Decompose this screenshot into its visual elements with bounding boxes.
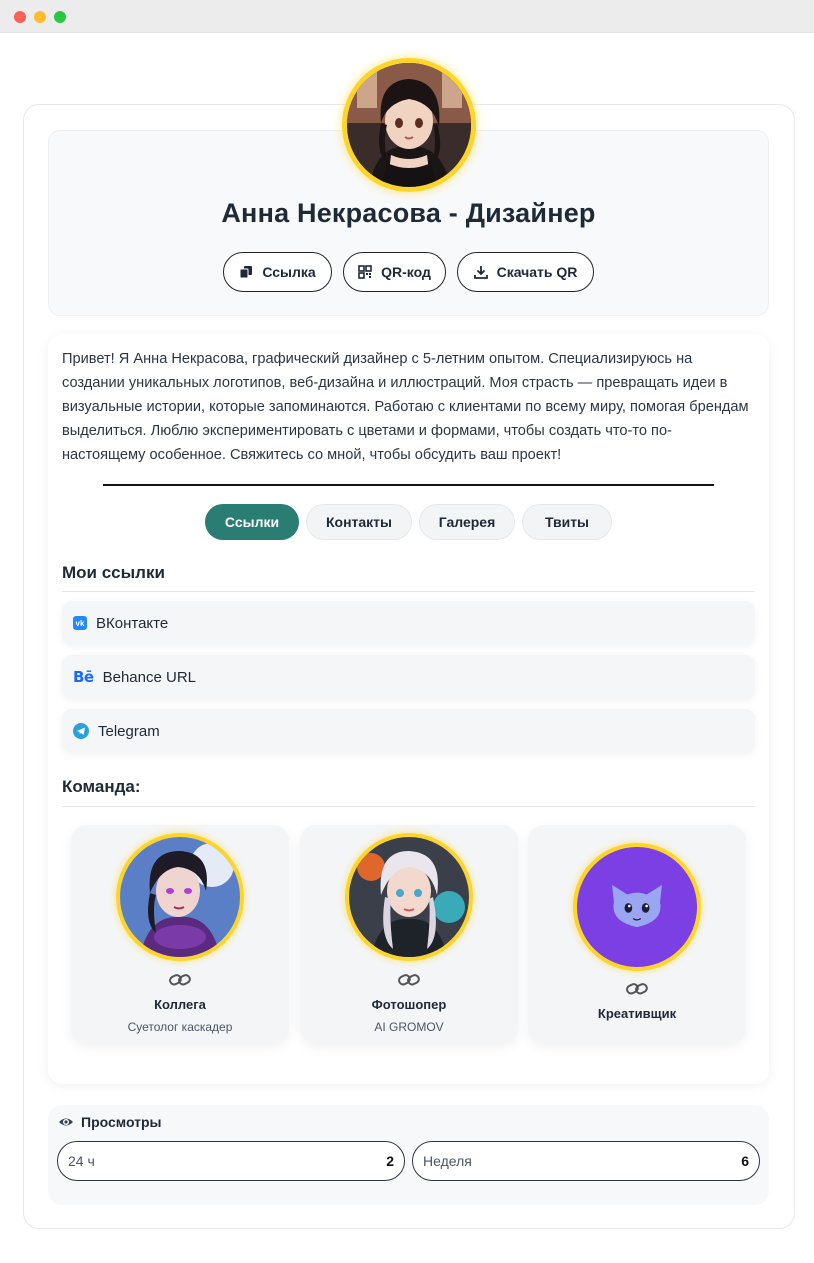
window-minimize-button[interactable]: [34, 11, 46, 23]
download-icon: [473, 266, 488, 279]
links-section-divider: [62, 591, 755, 592]
window-close-button[interactable]: [14, 11, 26, 23]
qr-code-label: QR-код: [381, 264, 431, 280]
views-stat-count: 6: [741, 1153, 749, 1169]
window-titlebar: [0, 0, 814, 33]
team-member-avatar: [573, 843, 701, 971]
eye-icon: [59, 1118, 73, 1126]
views-stat-label: Неделя: [423, 1153, 472, 1169]
link-label: ВКонтакте: [96, 614, 169, 632]
behance-icon: Bē: [73, 668, 94, 686]
views-stat-day: 24 ч 2: [57, 1141, 405, 1181]
team-section-divider: [62, 806, 755, 807]
views-stat-label: 24 ч: [68, 1153, 95, 1169]
link-label: Telegram: [98, 722, 160, 740]
team-member-name: Коллега: [154, 997, 206, 1012]
profile-bio: Привет! Я Анна Некрасова, графический ди…: [62, 351, 749, 463]
link-item-vk[interactable]: vk ВКонтакте: [62, 601, 755, 645]
link-icon: [626, 983, 648, 995]
tab-tweets[interactable]: Твиты: [522, 504, 612, 540]
team-member-card[interactable]: Креативщик: [528, 825, 746, 1043]
tab-contacts[interactable]: Контакты: [306, 504, 412, 540]
copy-icon: [239, 266, 253, 279]
tab-links[interactable]: Ссылки: [205, 504, 299, 540]
avatar-anime-girl-icon: [349, 837, 469, 957]
links-section-title: Мои ссылки: [62, 563, 165, 582]
window-maximize-button[interactable]: [54, 11, 66, 23]
team-member-card[interactable]: Коллега Суетолог каскадер: [71, 825, 289, 1043]
team-member-subtitle: AI GROMOV: [374, 1020, 444, 1034]
vk-icon: vk: [73, 616, 87, 630]
views-stat-count: 2: [386, 1153, 394, 1169]
team-member-avatar: [345, 833, 473, 961]
views-title-label: Просмотры: [81, 1114, 162, 1130]
download-qr-label: Скачать QR: [496, 264, 578, 280]
profile-actions: Ссылка QR-код Скачать QR: [0, 252, 814, 292]
views-title: Просмотры: [58, 1114, 162, 1130]
team-member-name: Фотошопер: [371, 997, 447, 1012]
avatar-anime-girl-icon: [120, 837, 240, 957]
telegram-icon: [73, 723, 89, 739]
copy-link-label: Ссылка: [262, 264, 316, 280]
avatar-anime-girl-icon: [347, 63, 471, 187]
link-item-behance[interactable]: Bē Behance URL: [62, 655, 755, 699]
link-icon: [398, 974, 420, 986]
team-member-name: Креативщик: [597, 1006, 677, 1021]
download-qr-button[interactable]: Скачать QR: [457, 252, 594, 292]
profile-tabs: Ссылки Контакты Галерея Твиты: [0, 504, 814, 540]
team-member-avatar: [116, 833, 244, 961]
tab-gallery[interactable]: Галерея: [419, 504, 515, 540]
team-member-card[interactable]: Фотошопер AI GROMOV: [300, 825, 518, 1043]
qr-code-button[interactable]: QR-код: [343, 252, 446, 292]
cat-icon: [612, 884, 662, 928]
link-item-telegram[interactable]: Telegram: [62, 709, 755, 753]
views-stat-week: Неделя 6: [412, 1141, 760, 1181]
link-label: Behance URL: [102, 668, 197, 686]
link-icon: [169, 974, 191, 986]
profile-avatar: [342, 58, 476, 192]
profile-name: Анна Некрасова - Дизайнер: [221, 198, 596, 228]
team-section-title: Команда:: [62, 777, 141, 796]
copy-link-button[interactable]: Ссылка: [223, 252, 332, 292]
qr-icon: [358, 265, 372, 279]
bio-divider: [103, 484, 714, 486]
team-member-subtitle: Суетолог каскадер: [127, 1020, 233, 1034]
